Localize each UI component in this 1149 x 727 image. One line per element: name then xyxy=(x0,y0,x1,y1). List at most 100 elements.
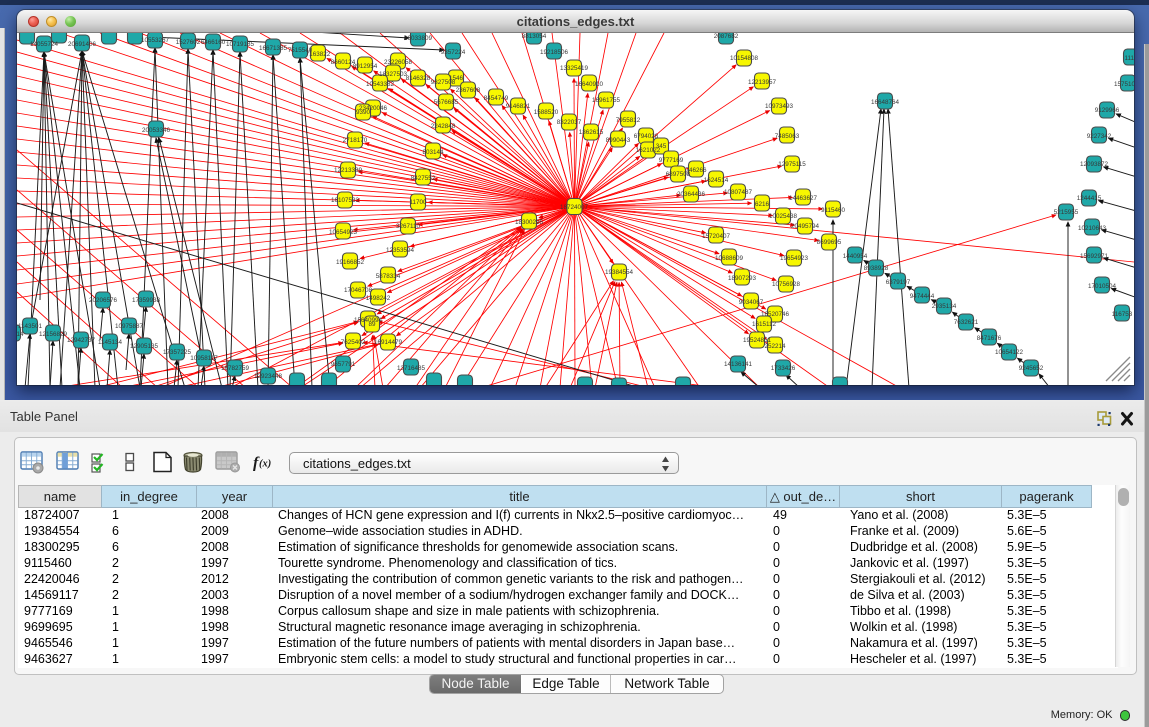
svg-text:14463627: 14463627 xyxy=(789,195,818,202)
svg-text:8990443: 8990443 xyxy=(606,137,631,144)
svg-text:16033809: 16033809 xyxy=(404,35,433,42)
svg-text:89: 89 xyxy=(368,321,376,328)
svg-text:803144: 803144 xyxy=(422,149,444,156)
svg-text:8427552: 8427552 xyxy=(411,175,436,182)
svg-text:10025438: 10025438 xyxy=(769,213,798,220)
svg-text:2087682: 2087682 xyxy=(714,33,739,40)
svg-text:1362615: 1362615 xyxy=(579,129,604,136)
svg-text:16671385: 16671385 xyxy=(259,45,288,52)
svg-text:18724007: 18724007 xyxy=(560,204,589,211)
svg-text:6216: 6216 xyxy=(755,201,770,208)
svg-text:3267110: 3267110 xyxy=(396,223,421,230)
svg-text:1112: 1112 xyxy=(1124,55,1134,62)
svg-text:11700: 11700 xyxy=(409,199,427,206)
svg-text:18907293: 18907293 xyxy=(728,275,757,282)
svg-text:16640910: 16640910 xyxy=(575,81,604,88)
svg-text:12353594: 12353594 xyxy=(386,247,415,254)
svg-text:6379197: 6379197 xyxy=(886,279,911,286)
svg-text:7485063: 7485063 xyxy=(775,133,800,140)
svg-text:7625402: 7625402 xyxy=(341,339,366,346)
svg-text:14136141: 14136141 xyxy=(724,361,753,368)
svg-text:16648764: 16648764 xyxy=(871,99,900,106)
svg-text:10975887: 10975887 xyxy=(115,323,144,330)
svg-text:16782759: 16782759 xyxy=(221,365,250,372)
svg-text:19384554: 19384554 xyxy=(605,269,634,276)
svg-text:746266: 746266 xyxy=(685,167,707,174)
svg-text:6794028: 6794028 xyxy=(634,133,659,140)
svg-text:9227342: 9227342 xyxy=(1087,133,1112,140)
svg-text:17010504: 17010504 xyxy=(1088,283,1117,290)
svg-text:12093872: 12093872 xyxy=(1080,161,1109,168)
svg-text:19654923: 19654923 xyxy=(780,255,809,262)
svg-text:8471676: 8471676 xyxy=(977,335,1002,342)
svg-text:7955812: 7955812 xyxy=(616,117,641,124)
svg-text:13325419: 13325419 xyxy=(560,65,589,72)
svg-text:12923448: 12923448 xyxy=(254,373,283,380)
svg-text:391514: 391514 xyxy=(17,331,24,338)
svg-text:1143501: 1143501 xyxy=(18,323,43,330)
svg-text:7163822: 7163822 xyxy=(306,51,331,58)
svg-text:8454749: 8454749 xyxy=(484,95,509,102)
svg-text:8322037: 8322037 xyxy=(557,119,582,126)
svg-text:345: 345 xyxy=(656,143,667,150)
svg-text:20691406: 20691406 xyxy=(68,41,97,48)
svg-text:16914479: 16914479 xyxy=(374,339,403,346)
svg-text:9245652: 9245652 xyxy=(1019,365,1044,372)
svg-text:9657791: 9657791 xyxy=(331,361,356,368)
svg-text:116753: 116753 xyxy=(1112,311,1133,318)
svg-text:19166852: 19166852 xyxy=(336,259,365,266)
svg-text:10719185: 10719185 xyxy=(226,41,255,48)
svg-text:1498242: 1498242 xyxy=(366,295,391,302)
svg-text:12905135: 12905135 xyxy=(130,343,159,350)
svg-text:8146328: 8146328 xyxy=(406,75,431,82)
svg-text:10807487: 10807487 xyxy=(724,189,753,196)
svg-text:12213389: 12213389 xyxy=(334,167,363,174)
svg-text:15720407: 15720407 xyxy=(702,233,731,240)
svg-text:(x): (x) xyxy=(259,459,271,470)
svg-text:20364436: 20364436 xyxy=(677,191,706,198)
svg-text:12156829: 12156829 xyxy=(39,331,68,338)
svg-text:18300295: 18300295 xyxy=(515,219,544,226)
svg-text:10688609: 10688609 xyxy=(715,255,744,262)
svg-text:6466160: 6466160 xyxy=(201,39,226,46)
svg-text:13716485: 13716485 xyxy=(397,365,426,372)
svg-text:9146821: 9146821 xyxy=(506,103,531,110)
svg-text:17357225: 17357225 xyxy=(163,349,192,356)
svg-text:1733426: 1733426 xyxy=(771,365,796,372)
svg-text:10654122: 10654122 xyxy=(995,349,1024,356)
svg-text:5215955: 5215955 xyxy=(1054,209,1079,216)
svg-text:2935134: 2935134 xyxy=(932,303,957,310)
svg-text:1615112: 1615112 xyxy=(752,321,777,328)
svg-text:1527602: 1527602 xyxy=(176,39,201,46)
svg-text:252214: 252214 xyxy=(764,343,786,350)
svg-text:1440954: 1440954 xyxy=(843,253,868,260)
svg-text:16961755: 16961755 xyxy=(592,97,621,104)
svg-text:9777169: 9777169 xyxy=(659,157,684,164)
svg-text:15751074: 15751074 xyxy=(1114,81,1134,88)
svg-text:20053346: 20053346 xyxy=(142,127,171,134)
svg-text:9034067: 9034067 xyxy=(739,299,764,306)
svg-text:9390: 9390 xyxy=(356,109,371,116)
svg-text:10210643: 10210643 xyxy=(1078,225,1107,232)
svg-text:5676685: 5676685 xyxy=(434,99,459,106)
svg-text:10973493: 10973493 xyxy=(765,103,794,110)
svg-text:10756928: 10756928 xyxy=(772,281,801,288)
svg-text:1145134: 1145134 xyxy=(98,339,123,346)
svg-text:15692971: 15692971 xyxy=(1080,253,1109,260)
svg-text:1624514: 1624514 xyxy=(704,177,729,184)
svg-text:10553267: 10553267 xyxy=(141,37,170,44)
svg-text:18327503: 18327503 xyxy=(379,71,408,78)
svg-text:1588520: 1588520 xyxy=(534,109,559,116)
svg-text:9327508: 9327508 xyxy=(431,79,456,86)
svg-text:8912954: 8912954 xyxy=(353,63,378,70)
svg-text:2718170: 2718170 xyxy=(343,137,368,144)
svg-text:19218506: 19218506 xyxy=(540,49,569,56)
svg-text:10654923: 10654923 xyxy=(329,229,358,236)
svg-text:14055724: 14055724 xyxy=(30,41,59,48)
svg-text:5878334: 5878334 xyxy=(376,273,401,280)
svg-text:12942737: 12942737 xyxy=(67,337,96,344)
svg-text:9474444: 9474444 xyxy=(910,293,935,300)
svg-text:23226058: 23226058 xyxy=(384,59,413,66)
svg-text:9115460: 9115460 xyxy=(821,207,846,214)
svg-text:17359938: 17359938 xyxy=(132,297,161,304)
